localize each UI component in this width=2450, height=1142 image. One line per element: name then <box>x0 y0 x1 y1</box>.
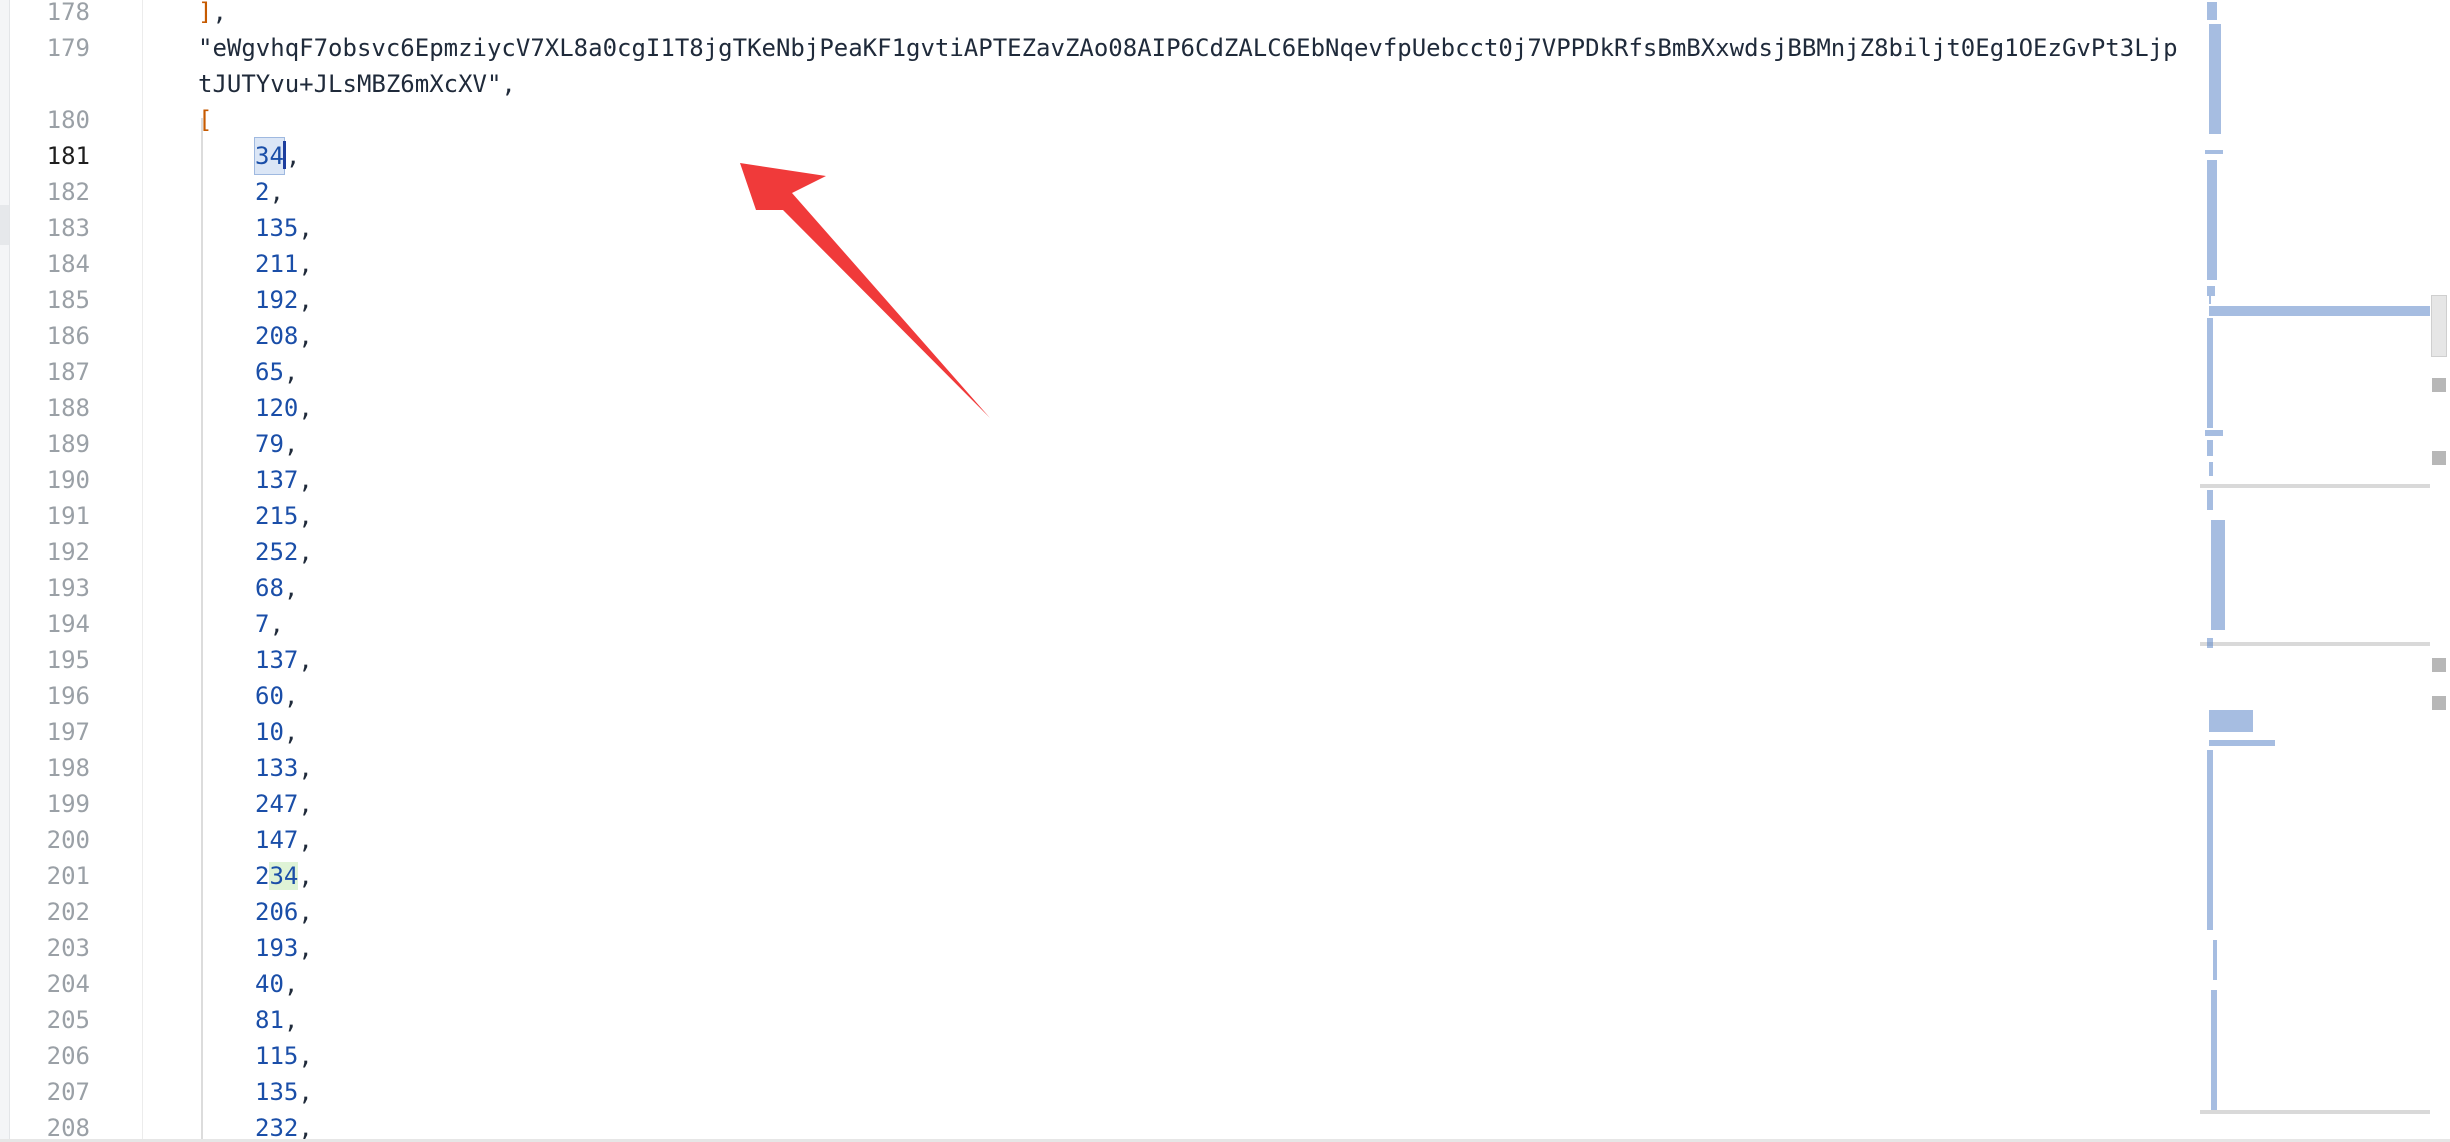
red-arrow-icon <box>740 163 990 418</box>
code-editor[interactable]: 178 179 180 181 182 183 184 185 186 187 188 189 190 1… <box>0 0 2450 1142</box>
